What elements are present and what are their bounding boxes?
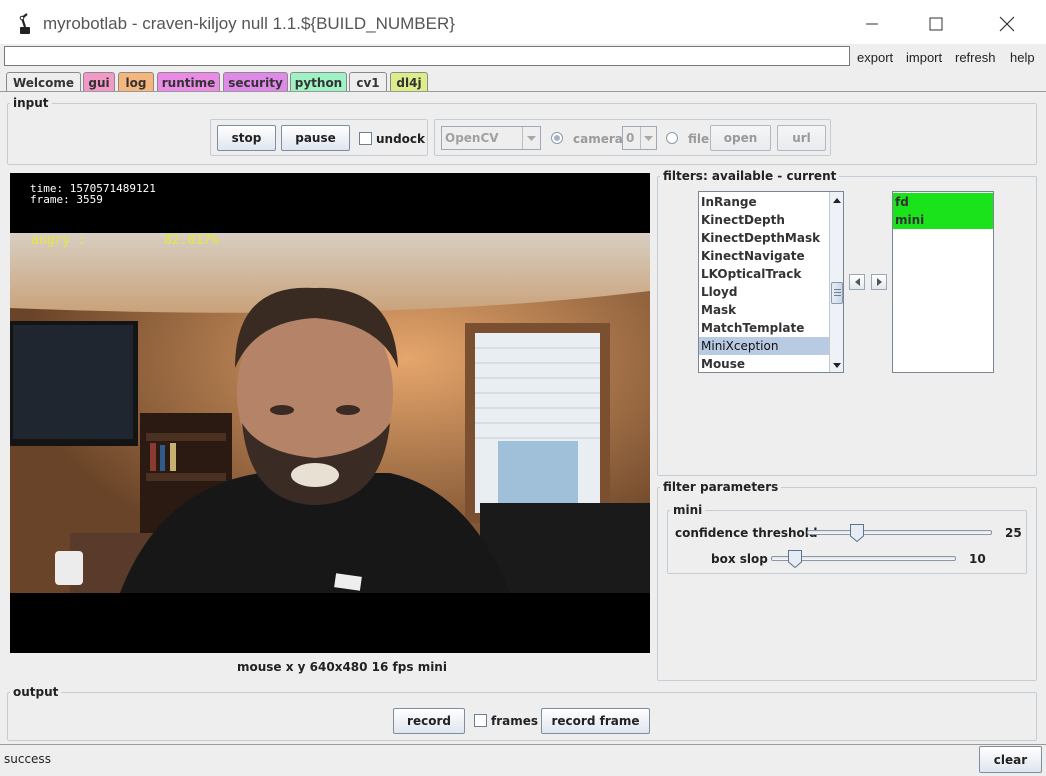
record-frame-button[interactable]: record frame [541, 708, 650, 734]
add-filter-button[interactable] [871, 274, 887, 290]
mini-parameters-title: mini [670, 503, 706, 517]
chevron-down-icon [522, 127, 540, 149]
tab-log[interactable]: log [118, 72, 154, 92]
record-button[interactable]: record [393, 708, 465, 734]
list-item[interactable]: MiniXception [699, 337, 843, 355]
camera-index-select[interactable]: 0 [622, 126, 657, 150]
current-filter-item[interactable]: mini [893, 211, 993, 229]
tab-cv1[interactable]: cv1 [349, 72, 387, 93]
scroll-thumb[interactable] [831, 282, 843, 304]
filters-group-title: filters: available - current [660, 169, 840, 183]
confidence-threshold-slider[interactable] [807, 530, 992, 535]
camera-radio[interactable] [551, 132, 563, 144]
maximize-icon [929, 17, 943, 31]
stop-button[interactable]: stop [217, 125, 276, 151]
confidence-threshold-value: 25 [1005, 526, 1022, 540]
current-filter-item[interactable]: fd [893, 193, 993, 211]
list-item[interactable]: LKOpticalTrack [699, 265, 843, 283]
list-item[interactable]: Mouse [699, 355, 843, 372]
window-title: myrobotlab - craven-kiljoy null 1.1.${BU… [43, 14, 455, 33]
clear-button[interactable]: clear [979, 746, 1042, 773]
list-item[interactable]: Lloyd [699, 283, 843, 301]
undock-label: undock [376, 132, 426, 146]
refresh-menu[interactable]: refresh [955, 50, 995, 65]
scroll-down-icon[interactable] [830, 358, 843, 372]
command-input[interactable] [4, 46, 850, 66]
camera-label: camera [573, 132, 623, 146]
output-group-title: output [10, 685, 62, 699]
available-list-scrollbar[interactable] [829, 192, 843, 372]
tab-gui[interactable]: gui [83, 72, 115, 92]
arrow-right-icon [876, 278, 882, 286]
available-filters-list[interactable]: InRange KinectDepth KinectDepthMask Kine… [698, 191, 844, 373]
list-item[interactable]: KinectDepthMask [699, 229, 843, 247]
status-text: success [4, 752, 51, 766]
export-menu[interactable]: export [857, 50, 893, 65]
box-slop-slider-thumb[interactable] [788, 550, 803, 569]
close-icon [999, 16, 1015, 32]
pause-button[interactable]: pause [281, 125, 350, 151]
maximize-button[interactable] [904, 0, 968, 48]
confidence-slider-thumb[interactable] [849, 524, 864, 543]
grabber-select[interactable]: OpenCV [441, 126, 541, 150]
current-filters-list[interactable]: fd mini [892, 191, 994, 373]
undock-checkbox[interactable] [359, 132, 372, 145]
emotion-overlay: angry : 82.017% [31, 233, 219, 248]
list-item[interactable]: Mask [699, 301, 843, 319]
tab-dl4j[interactable]: dl4j [390, 72, 428, 92]
video-display[interactable]: time: 1570571489121 frame: 3559 angry : … [10, 173, 650, 653]
arrow-left-icon [854, 278, 860, 286]
list-item[interactable]: KinectDepth [699, 211, 843, 229]
tab-runtime[interactable]: runtime [157, 72, 220, 92]
status-bar [0, 744, 1046, 776]
chevron-down-icon [640, 127, 656, 149]
confidence-threshold-label: confidence threshold [675, 526, 818, 540]
frames-checkbox[interactable] [474, 714, 487, 727]
scroll-up-icon[interactable] [830, 193, 843, 207]
video-status-line: mouse x y 640x480 16 fps mini [237, 660, 447, 674]
tab-security[interactable]: security [223, 72, 288, 92]
input-group-title: input [10, 96, 52, 110]
tab-python[interactable]: python [290, 72, 347, 92]
close-button[interactable] [975, 0, 1039, 48]
list-item[interactable]: InRange [699, 193, 843, 211]
robot-arm-icon [16, 12, 34, 36]
minimize-icon [866, 23, 878, 25]
grabber-value: OpenCV [445, 131, 499, 145]
box-slop-label: box slop [711, 552, 768, 566]
help-menu[interactable]: help [1010, 50, 1035, 65]
url-button[interactable]: url [777, 125, 826, 151]
filter-parameters-title: filter parameters [660, 480, 782, 494]
frames-label: frames [491, 714, 539, 728]
video-frame-overlay: frame: 3559 [30, 193, 103, 206]
file-label: file [688, 132, 710, 146]
minimize-button[interactable] [840, 0, 904, 48]
file-radio[interactable] [666, 132, 678, 144]
import-menu[interactable]: import [906, 50, 942, 65]
list-item[interactable]: MatchTemplate [699, 319, 843, 337]
tab-welcome[interactable]: Welcome [6, 72, 81, 92]
list-item[interactable]: KinectNavigate [699, 247, 843, 265]
open-button[interactable]: open [710, 125, 771, 151]
box-slop-value: 10 [969, 552, 986, 566]
camera-index-value: 0 [626, 131, 635, 145]
remove-filter-button[interactable] [849, 274, 865, 290]
